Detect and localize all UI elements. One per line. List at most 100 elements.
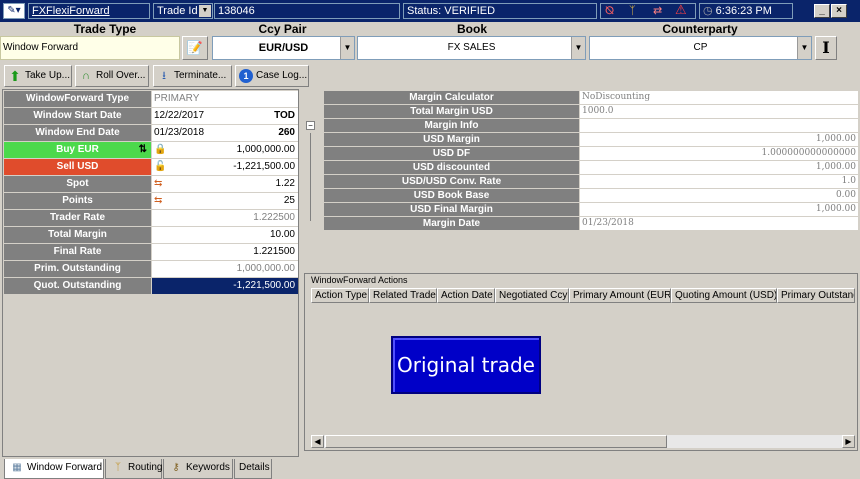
app-link[interactable]: FXFlexiForward (32, 5, 110, 17)
cross-arrows-icon[interactable]: ⇄ (653, 4, 662, 18)
sell-label: Sell USD (4, 159, 151, 175)
usd-margin-row: USD Margin 1,000.00 (304, 133, 858, 146)
app-menu-icon[interactable]: ✎▾ (3, 3, 25, 19)
terminate-button[interactable]: ⭳ Terminate... (153, 65, 232, 87)
total-margin-usd-row: Total Margin USD 1000.0 (304, 105, 858, 118)
roll-over-button[interactable]: ∩ Roll Over... (75, 65, 149, 87)
points-value: 25 (283, 195, 295, 206)
no-edit-icon[interactable]: ⦰ (605, 4, 614, 18)
buy-amount-field[interactable]: 🔒 1,000,000.00 (152, 142, 298, 158)
start-tenor: TOD (274, 110, 295, 121)
scroll-thumb[interactable] (325, 435, 667, 448)
actions-grid: Action Type Related Trade Action Date Ne… (311, 288, 855, 448)
start-date-field[interactable]: 12/22/2017 TOD (152, 108, 298, 124)
trade-type-label: Trade Type (73, 22, 137, 36)
routing-icon[interactable]: ᛉ (629, 4, 636, 18)
unlock-icon: 🔓 (154, 161, 167, 172)
actions-legend: WindowForward Actions (311, 275, 408, 285)
warning-icon[interactable]: ⚠ (675, 3, 687, 17)
chevron-down-icon[interactable]: ▼ (340, 37, 354, 59)
case-log-button[interactable]: 1 Case Log... (235, 65, 309, 87)
book-base-row: USD Book Base 0.00 (304, 189, 858, 202)
tab-keywords[interactable]: ⚷ Keywords (163, 459, 233, 479)
trade-id-label: Trade Id (157, 5, 198, 17)
status-text: Status: VERIFIED (407, 5, 496, 17)
trade-details-panel: WindowForward Type PRIMARY Window Start … (2, 89, 299, 457)
total-margin-usd-label: Total Margin USD (324, 105, 579, 118)
row-buy: Buy EUR ⇅ 🔒 1,000,000.00 (3, 142, 298, 159)
trade-id-dropdown[interactable]: Trade Id ▼ (153, 3, 213, 19)
usd-margin-label: USD Margin (324, 133, 579, 146)
trade-type-field[interactable]: Window Forward (0, 36, 180, 60)
swap-direction-icon[interactable]: ⇅ (139, 142, 147, 158)
spot-field[interactable]: ⇆ 1.22 (152, 176, 298, 192)
case-log-label: Case Log... (256, 70, 308, 81)
scroll-right-icon[interactable]: ▶ (842, 435, 855, 448)
app-link-cell: FXFlexiForward (28, 3, 150, 19)
refresh-icon[interactable]: ⇆ (154, 176, 162, 192)
row-total-margin: Total Margin 10.00 (3, 227, 298, 244)
points-field[interactable]: ⇆ 25 (152, 193, 298, 209)
trade-id-field[interactable]: 138046 (214, 3, 400, 19)
usd-df-label: USD DF (324, 147, 579, 160)
margin-date-row: Margin Date 01/23/2018 (304, 217, 858, 230)
tab-details[interactable]: Details (234, 459, 272, 479)
usd-df-value: 1.000000000000000 (580, 147, 858, 160)
row-final-rate: Final Rate 1.221500 (3, 244, 298, 261)
collapse-icon[interactable]: − (306, 121, 315, 130)
scroll-left-icon[interactable]: ◀ (311, 435, 324, 448)
col-header-primary-outstanding[interactable]: Primary Outstanding (777, 288, 855, 303)
end-date-label: Window End Date (4, 125, 151, 141)
col-header-quoting-amount[interactable]: Quoting Amount (USD) (671, 288, 777, 303)
margin-panel: Margin Calculator NoDiscounting Total Ma… (304, 89, 858, 269)
tab-window-forward[interactable]: ▦ Window Forward (4, 459, 104, 479)
book-base-label: USD Book Base (324, 189, 579, 202)
margin-date-label: Margin Date (324, 217, 579, 230)
counterparty-info-button[interactable]: I (815, 36, 837, 60)
total-margin-field[interactable]: 10.00 (152, 227, 298, 243)
counterparty-label: Counterparty (662, 22, 738, 36)
minimize-button[interactable]: _ (814, 4, 830, 18)
final-rate-field[interactable]: 1.221500 (152, 244, 298, 260)
wf-type-field[interactable]: PRIMARY (152, 91, 298, 107)
lock-icon: 🔒 (154, 144, 167, 155)
tab-window-forward-label: Window Forward (27, 462, 103, 473)
chevron-down-icon[interactable]: ▼ (199, 5, 211, 17)
margin-calc-label: Margin Calculator (324, 91, 579, 104)
chevron-down-icon[interactable]: ▼ (797, 37, 811, 59)
trade-type-edit-button[interactable]: 📝 (182, 36, 208, 60)
tab-routing[interactable]: ᛉ Routing (105, 459, 162, 479)
action-toolbar: ⬆ Take Up... ∩ Roll Over... ⭳ Terminate.… (0, 62, 860, 88)
horizontal-scrollbar[interactable]: ◀ ▶ (311, 435, 855, 448)
book-dropdown[interactable]: FX SALES ▼ (357, 36, 586, 60)
take-up-button[interactable]: ⬆ Take Up... (4, 65, 72, 87)
start-date-label: Window Start Date (4, 108, 151, 124)
close-button[interactable]: × (831, 4, 847, 18)
col-header-primary-amount[interactable]: Primary Amount (EUR) (569, 288, 671, 303)
margin-info-label: Margin Info (324, 119, 579, 132)
title-bar: ✎▾ FXFlexiForward Trade Id ▼ 138046 Stat… (0, 0, 860, 22)
original-trade-button[interactable]: Original trade (391, 336, 541, 394)
quot-outstanding-value: -1,221,500.00 (233, 280, 295, 291)
ccy-pair-dropdown[interactable]: EUR/USD ▼ (212, 36, 355, 60)
end-days: 260 (278, 127, 295, 138)
quot-outstanding-field[interactable]: -1,221,500.00 (152, 278, 298, 294)
terminate-label: Terminate... (174, 70, 227, 81)
col-header-negotiated-ccy[interactable]: Negotiated Ccy (495, 288, 569, 303)
sell-amount: -1,221,500.00 (233, 161, 295, 172)
refresh-icon[interactable]: ⇆ (154, 193, 162, 209)
buy-label-cell[interactable]: Buy EUR ⇅ (4, 142, 151, 158)
chevron-down-icon[interactable]: ▼ (571, 37, 585, 59)
end-date-field[interactable]: 01/23/2018 260 (152, 125, 298, 141)
row-quot-outstanding: Quot. Outstanding -1,221,500.00 (3, 278, 298, 295)
col-header-action-type[interactable]: Action Type (311, 288, 369, 303)
col-header-action-date[interactable]: Action Date (437, 288, 495, 303)
trader-rate-label: Trader Rate (4, 210, 151, 226)
counterparty-dropdown[interactable]: CP ▼ (589, 36, 812, 60)
ccy-pair-label: Ccy Pair (258, 22, 307, 36)
usd-discounted-row: USD discounted 1,000.00 (304, 161, 858, 174)
col-header-related-trade[interactable]: Related Trade (369, 288, 437, 303)
sell-amount-field[interactable]: 🔓 -1,221,500.00 (152, 159, 298, 175)
key-icon: ⚷ (172, 462, 180, 473)
final-margin-row: USD Final Margin 1,000.00 (304, 203, 858, 216)
